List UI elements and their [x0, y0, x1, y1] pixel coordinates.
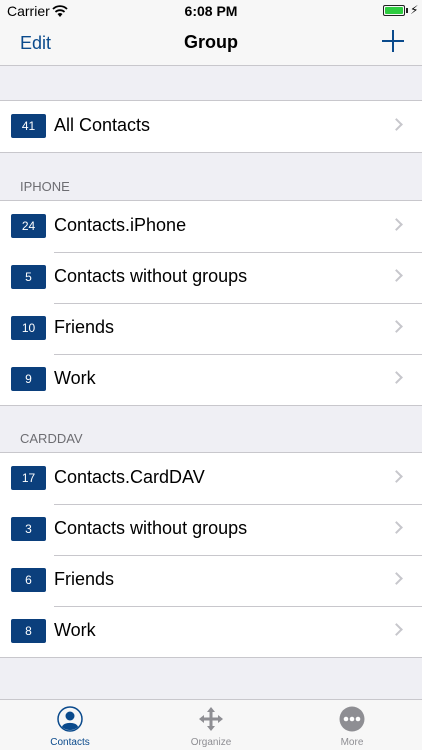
group-row[interactable]: 9 Work: [0, 354, 422, 405]
tab-contacts[interactable]: Contacts: [0, 700, 140, 750]
row-label: Friends: [54, 317, 115, 337]
charging-icon: ⚡: [410, 3, 419, 17]
count-badge: 8: [11, 619, 46, 643]
chevron-right-icon: [390, 371, 403, 384]
status-time: 6:08 PM: [184, 3, 238, 19]
carddav-section: 17 Contacts.CardDAV 3 Contacts without g…: [0, 452, 422, 658]
group-row[interactable]: 8 Work: [0, 606, 422, 657]
chevron-right-icon: [390, 623, 403, 636]
tab-label: Contacts: [50, 737, 90, 748]
battery-icon: [383, 5, 405, 16]
row-label: Friends: [54, 569, 115, 589]
count-badge: 6: [11, 568, 46, 592]
count-badge: 9: [11, 367, 46, 391]
count-badge: 41: [11, 114, 46, 138]
page-title: Group: [184, 32, 238, 52]
section-header-iphone: IPHONE: [20, 179, 70, 194]
row-label: Contacts without groups: [54, 518, 248, 538]
chevron-right-icon: [390, 470, 403, 483]
all-contacts-row[interactable]: 41 All Contacts: [0, 101, 422, 152]
navigation-bar: Edit Group: [0, 22, 422, 66]
row-label: Contacts.iPhone: [54, 215, 187, 235]
chevron-right-icon: [390, 521, 403, 534]
count-badge: 24: [11, 214, 46, 238]
group-row[interactable]: 24 Contacts.iPhone: [0, 201, 422, 252]
row-label: Work: [54, 620, 96, 640]
tab-organize[interactable]: Organize: [141, 700, 281, 750]
row-label: Contacts without groups: [54, 266, 248, 286]
group-row[interactable]: 17 Contacts.CardDAV: [0, 453, 422, 504]
count-badge: 3: [11, 517, 46, 541]
row-label: Work: [54, 368, 96, 388]
person-icon: [57, 706, 83, 732]
chevron-right-icon: [390, 118, 403, 131]
ellipsis-icon: [339, 706, 365, 732]
count-badge: 5: [11, 265, 46, 289]
count-badge: 17: [11, 466, 46, 490]
row-label: All Contacts: [54, 115, 151, 135]
chevron-right-icon: [390, 269, 403, 282]
iphone-section: 24 Contacts.iPhone 5 Contacts without gr…: [0, 200, 422, 406]
tab-label: More: [340, 737, 364, 748]
group-row[interactable]: 6 Friends: [0, 555, 422, 606]
chevron-right-icon: [390, 572, 403, 585]
chevron-right-icon: [390, 320, 403, 333]
row-label: Contacts.CardDAV: [54, 467, 205, 487]
group-row[interactable]: 3 Contacts without groups: [0, 504, 422, 555]
plus-icon[interactable]: [382, 30, 404, 52]
battery-tip: [406, 8, 408, 13]
tab-more[interactable]: More: [282, 700, 422, 750]
status-bar: Carrier 6:08 PM ⚡: [0, 0, 422, 22]
chevron-right-icon: [390, 218, 403, 231]
group-row[interactable]: 10 Friends: [0, 303, 422, 354]
section-header-carddav: CARDDAV: [20, 431, 83, 446]
move-arrows-icon: [199, 707, 223, 731]
tab-label: Organize: [190, 737, 232, 748]
group-row[interactable]: 5 Contacts without groups: [0, 252, 422, 303]
tab-bar: Contacts Organize More: [0, 699, 422, 750]
count-badge: 10: [11, 316, 46, 340]
all-contacts-section: 41 All Contacts: [0, 100, 422, 153]
